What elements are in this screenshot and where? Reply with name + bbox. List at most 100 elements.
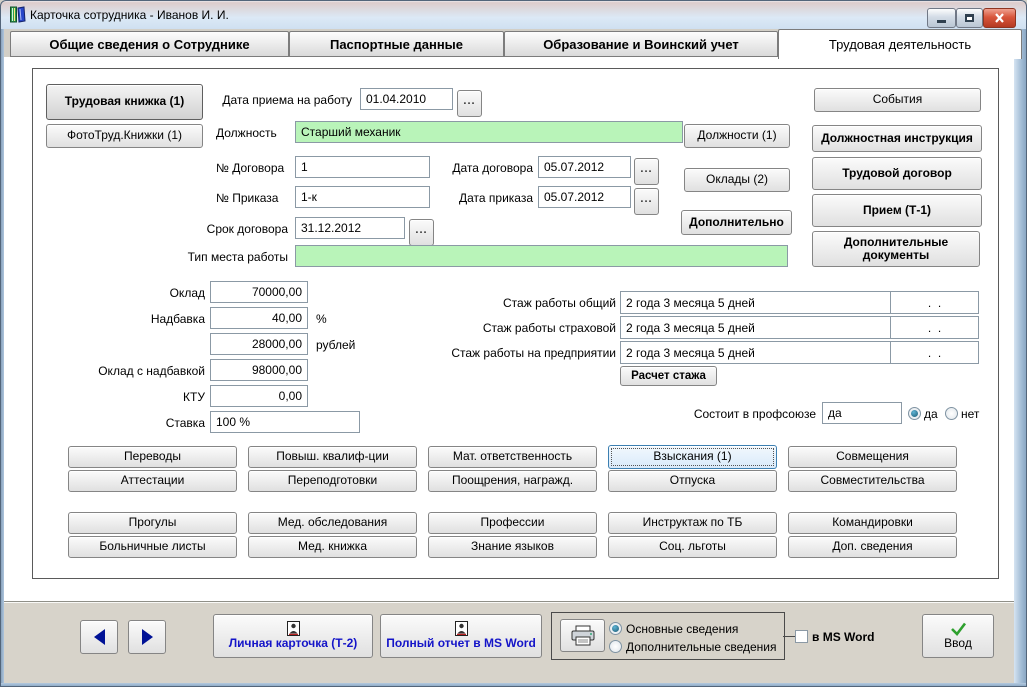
hire-date-picker-button[interactable]: ...: [457, 90, 482, 117]
job-description-button[interactable]: Должностная инструкция: [812, 125, 982, 152]
additional-button[interactable]: Дополнительно: [681, 210, 792, 235]
events-button[interactable]: События: [814, 88, 981, 112]
next-record-button[interactable]: [128, 620, 166, 654]
action-button-retraining[interactable]: Переподготовки: [248, 470, 417, 492]
word-checkbox-label: в MS Word: [812, 630, 875, 644]
action-button-med-book[interactable]: Мед. книжка: [248, 536, 417, 558]
salaries-list-button[interactable]: Оклады (2): [684, 168, 790, 192]
prev-record-button[interactable]: [80, 620, 118, 654]
union-no-radio[interactable]: [945, 407, 958, 420]
action-button-med-exams[interactable]: Мед. обследования: [248, 512, 417, 534]
contract-date-label: Дата договора: [452, 161, 533, 175]
arrow-right-icon: [141, 629, 153, 645]
maximize-icon: [965, 14, 974, 22]
hiring-t1-button[interactable]: Прием (Т-1): [812, 194, 982, 227]
action-button-transfers[interactable]: Переводы: [68, 446, 237, 468]
allowance-rub-input[interactable]: [210, 333, 308, 355]
action-button-qualification[interactable]: Повыш. квалиф-ции: [248, 446, 417, 468]
hire-date-input[interactable]: [360, 88, 453, 110]
experience-insurance-date-input[interactable]: [890, 316, 979, 339]
enter-button[interactable]: Ввод: [922, 614, 994, 658]
word-checkbox[interactable]: [795, 630, 808, 643]
positions-list-button[interactable]: Должности (1): [684, 124, 790, 148]
action-button-mat-responsibility[interactable]: Мат. ответственность: [428, 446, 597, 468]
contract-no-input[interactable]: [295, 156, 430, 178]
rate-input[interactable]: [210, 411, 360, 433]
experience-total-date-input[interactable]: [890, 291, 979, 314]
salary-with-allowance-label: Оклад с надбавкой: [98, 364, 205, 378]
salary-label: Оклад: [169, 286, 205, 300]
position-label: Должность: [216, 126, 277, 140]
action-button-business-trips[interactable]: Командировки: [788, 512, 957, 534]
tab-general-info[interactable]: Общие сведения о Сотруднике: [10, 31, 289, 57]
experience-insurance-label: Стаж работы страховой: [482, 321, 616, 335]
calc-experience-button[interactable]: Расчет стажа: [620, 366, 717, 386]
minimize-button[interactable]: [927, 8, 956, 28]
action-button-rewards[interactable]: Поощрения, награжд.: [428, 470, 597, 492]
print-additional-radio[interactable]: [609, 640, 622, 653]
window-title: Карточка сотрудника - Иванов И. И.: [30, 8, 229, 22]
window-frame-bottom: [0, 683, 1027, 687]
allowance-percent-unit: %: [316, 312, 327, 326]
additional-documents-button[interactable]: Дополнительные документы: [812, 231, 980, 267]
experience-total-input[interactable]: [620, 291, 891, 314]
group-connector-line: [783, 636, 795, 637]
action-button-moonlighting[interactable]: Совместительства: [788, 470, 957, 492]
salary-input[interactable]: [210, 281, 308, 303]
action-button-attestations[interactable]: Аттестации: [68, 470, 237, 492]
position-input[interactable]: [295, 121, 683, 143]
ktu-label: КТУ: [183, 390, 205, 404]
hire-date-label: Дата приема на работу: [222, 93, 352, 107]
action-button-penalties[interactable]: Взыскания (1): [608, 445, 777, 469]
tab-education-military[interactable]: Образование и Воинский учет: [504, 31, 778, 57]
person-card-icon: [286, 621, 300, 637]
order-no-label: № Приказа: [216, 191, 279, 205]
contract-term-input[interactable]: [295, 217, 405, 239]
experience-insurance-input[interactable]: [620, 316, 891, 339]
contract-term-picker-button[interactable]: ...: [409, 219, 434, 246]
print-main-radio[interactable]: [609, 622, 622, 635]
salary-with-allowance-input[interactable]: [210, 359, 308, 381]
full-report-word-label: Полный отчет в MS Word: [386, 636, 536, 651]
action-button-absences[interactable]: Прогулы: [68, 512, 237, 534]
action-button-sick-leaves[interactable]: Больничные листы: [68, 536, 237, 558]
tab-passport-data[interactable]: Паспортные данные: [289, 31, 504, 57]
print-additional-label: Дополнительные сведения: [626, 640, 777, 654]
labor-contract-button[interactable]: Трудовой договор: [812, 157, 982, 190]
tab-work-activity[interactable]: Трудовая деятельность: [778, 29, 1022, 59]
contract-date-picker-button[interactable]: ...: [634, 158, 659, 185]
personal-card-t2-button[interactable]: Личная карточка (Т-2): [213, 614, 373, 658]
experience-total-label: Стаж работы общий: [503, 296, 616, 310]
window-frame-right: [1014, 29, 1027, 687]
action-button-safety-training[interactable]: Инструктаж по ТБ: [608, 512, 777, 534]
photo-work-book-button[interactable]: ФотоТруд.Книжки (1): [46, 124, 203, 148]
union-input[interactable]: [822, 402, 902, 424]
experience-company-input[interactable]: [620, 341, 891, 364]
person-card-icon: [454, 621, 468, 637]
action-button-combinations[interactable]: Совмещения: [788, 446, 957, 468]
order-no-input[interactable]: [295, 186, 430, 208]
action-button-languages[interactable]: Знание языков: [428, 536, 597, 558]
order-date-picker-button[interactable]: ...: [634, 188, 659, 215]
action-button-vacations[interactable]: Отпуска: [608, 470, 777, 492]
contract-date-input[interactable]: [538, 156, 631, 178]
maximize-button[interactable]: [956, 8, 983, 28]
action-button-add-info[interactable]: Доп. сведения: [788, 536, 957, 558]
ktu-input[interactable]: [210, 385, 308, 407]
print-button[interactable]: [560, 619, 605, 652]
action-button-professions[interactable]: Профессии: [428, 512, 597, 534]
close-icon: [995, 13, 1004, 23]
allowance-percent-input[interactable]: [210, 307, 308, 329]
checkmark-icon: [950, 622, 966, 636]
full-report-word-button[interactable]: Полный отчет в MS Word: [380, 614, 542, 658]
experience-company-date-input[interactable]: [890, 341, 979, 364]
union-yes-radio[interactable]: [908, 407, 921, 420]
experience-company-label: Стаж работы на предприятии: [451, 346, 616, 360]
order-date-input[interactable]: [538, 186, 631, 208]
employee-card-window: Карточка сотрудника - Иванов И. И. Общие…: [0, 0, 1027, 687]
action-button-social-benefits[interactable]: Соц. льготы: [608, 536, 777, 558]
union-label: Состоит в профсоюзе: [693, 407, 816, 421]
workplace-type-input[interactable]: [295, 245, 788, 267]
printer-icon: [571, 625, 594, 646]
close-button[interactable]: [983, 8, 1016, 28]
